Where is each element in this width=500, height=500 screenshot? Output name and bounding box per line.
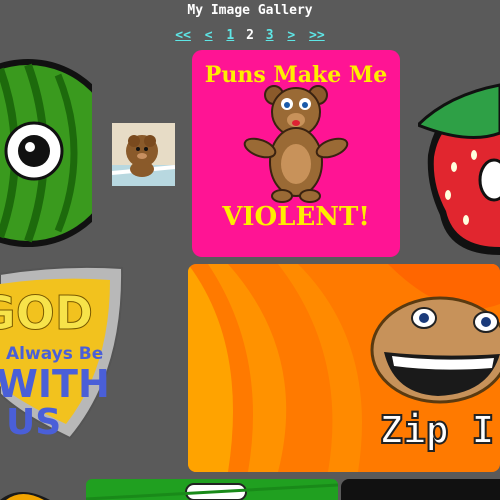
shield-line1: GOD (0, 286, 94, 341)
puns-line2: VIOLENT! (222, 202, 370, 232)
thumb-bottom-green[interactable] (86, 479, 338, 500)
shield-line3: WITH (0, 362, 110, 406)
next-page-link[interactable]: > (287, 28, 295, 43)
shield-line2: Always Be (6, 344, 104, 364)
page-link-1[interactable]: 1 (226, 28, 234, 43)
thumb-strawberry[interactable] (418, 55, 500, 255)
thumb-watermelon-eye[interactable] (0, 55, 92, 255)
zip-caption: Zip I (379, 407, 495, 453)
page-title: My Image Gallery (187, 3, 313, 18)
thumb-zip[interactable]: Zip I (188, 264, 500, 472)
first-page-link[interactable]: << (175, 28, 191, 43)
thumb-bottom-black[interactable] (341, 479, 500, 500)
puns-line1: Puns Make Me (204, 62, 388, 88)
shield-line4: US (6, 402, 62, 442)
page-link-3[interactable]: 3 (266, 28, 274, 43)
current-page: 2 (246, 28, 254, 43)
prev-page-link[interactable]: < (205, 28, 213, 43)
thumb-god-shield[interactable]: GOD Always Be WITH US (0, 264, 126, 442)
last-page-link[interactable]: >> (309, 28, 325, 43)
thumb-puns-make-me-violent[interactable]: Puns Make Me VIOLENT! (192, 50, 400, 257)
thumb-teddy-small[interactable] (112, 123, 175, 186)
thumb-bottom-left[interactable] (0, 484, 60, 500)
pagination: << < 1 2 3 > >> (0, 28, 500, 43)
